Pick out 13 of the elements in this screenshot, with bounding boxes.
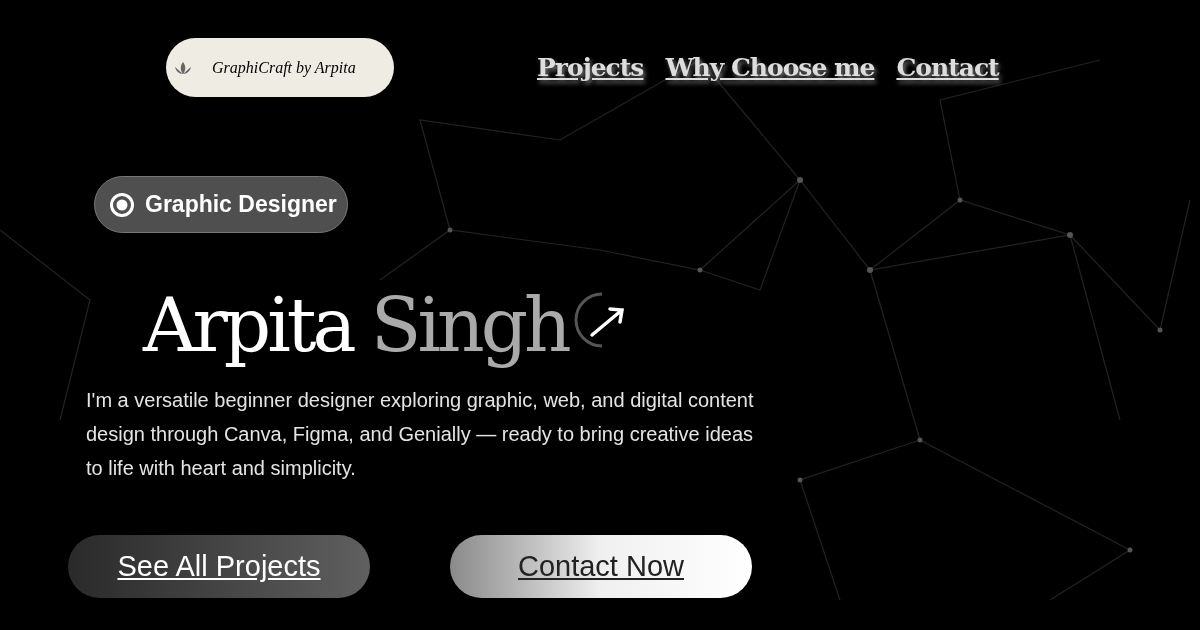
contact-button[interactable]: Contact Now [450, 535, 752, 598]
target-icon [109, 191, 135, 218]
nav-link[interactable]: Projects [537, 48, 644, 87]
logo[interactable]: GraphiCraft by Arpita [166, 38, 394, 97]
first-name: Arpita [143, 280, 353, 370]
logo-text: GraphiCraft by Arpita [212, 57, 356, 79]
role-badge: Graphic Designer [94, 176, 348, 233]
last-name: Singh [370, 280, 568, 370]
lotus-icon [174, 60, 192, 75]
nav-link[interactable]: Why Choose me [665, 48, 875, 87]
projects-button[interactable]: See All Projects [68, 535, 370, 598]
nav-link[interactable]: Contact [896, 48, 999, 87]
hero-description: I'm a versatile beginner designer exploring graphic, web, and digital content design through Canva, Figma, and Genially — ready to bring creative ideas to life with heart and simplicity. [85, 388, 755, 481]
